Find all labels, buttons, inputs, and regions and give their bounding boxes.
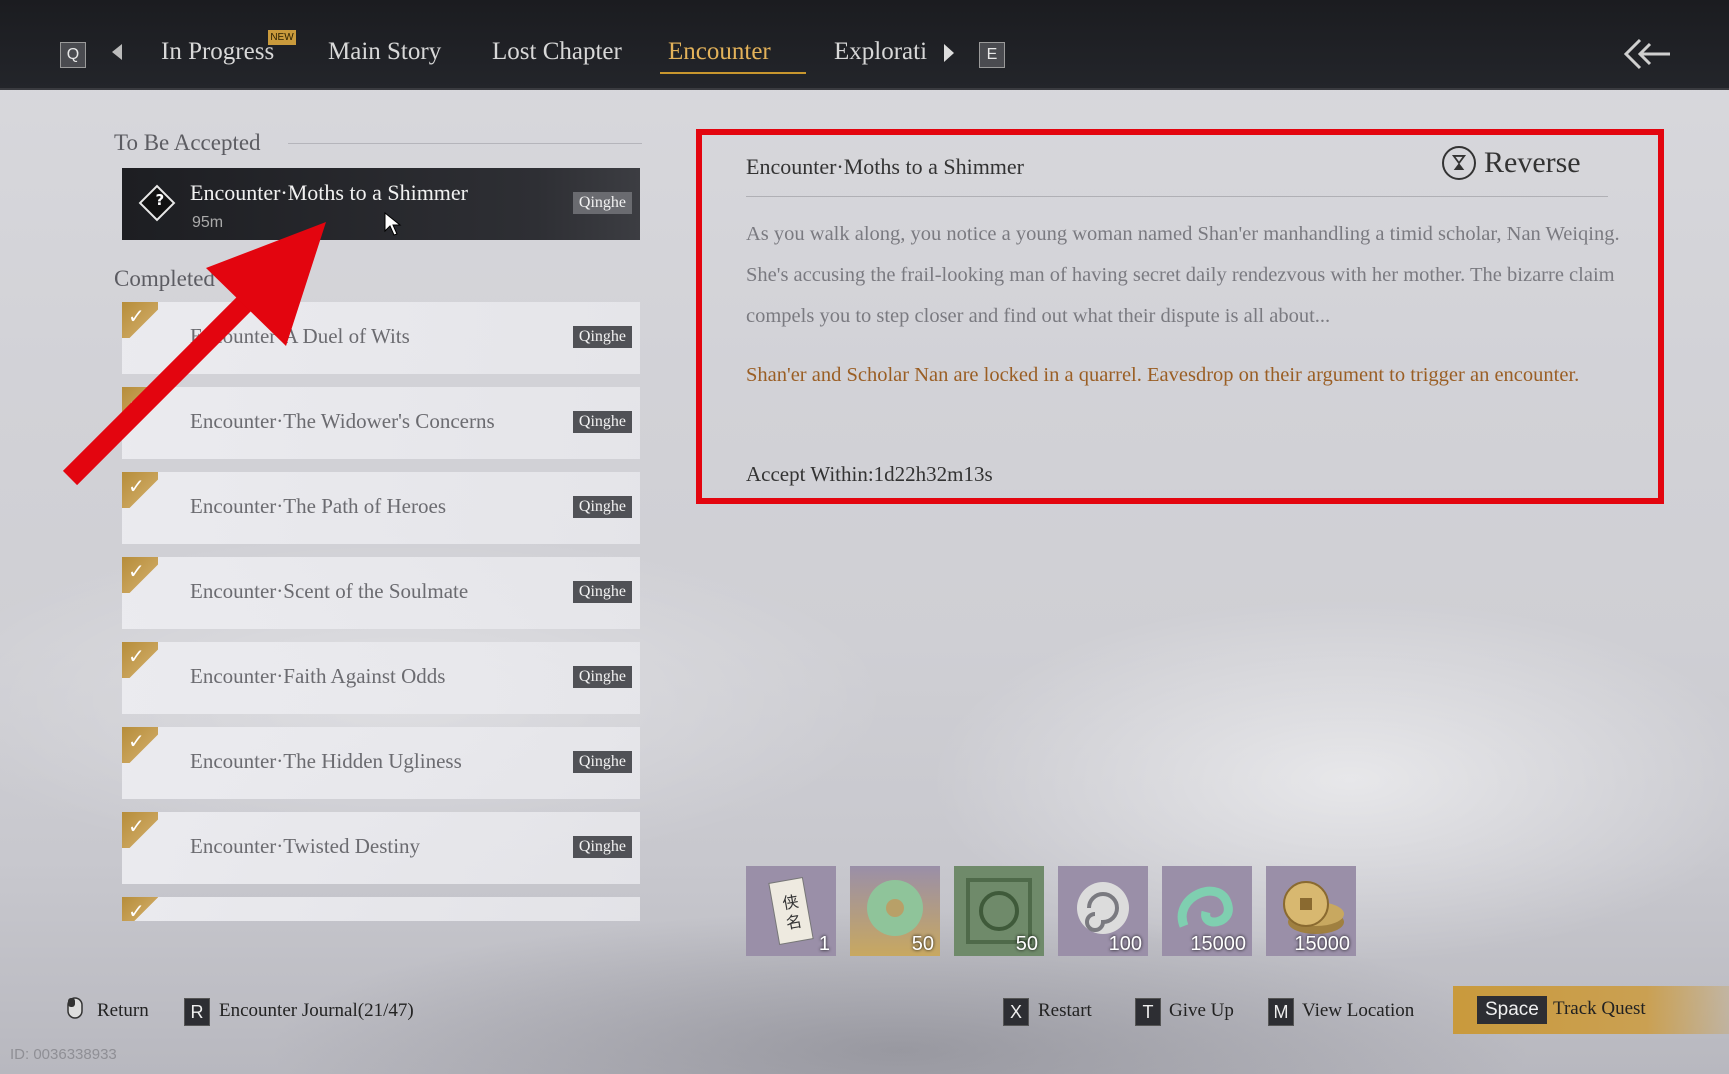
reward-count: 15000 — [1294, 933, 1350, 955]
view-location-key[interactable]: M — [1268, 998, 1294, 1026]
return-button[interactable]: Return — [97, 1000, 149, 1022]
reward-jade-disc[interactable]: 50 — [850, 866, 940, 956]
back-arrow-icon[interactable] — [1618, 36, 1672, 72]
player-id: ID: 0036338933 — [10, 1046, 117, 1063]
quest-row-partial[interactable]: ✓ — [122, 897, 640, 923]
track-quest-button[interactable]: Space Track Quest — [1453, 986, 1729, 1034]
completed-check-icon: ✓ — [122, 897, 158, 923]
completed-check-icon: ✓ — [122, 472, 158, 508]
prev-tab-key[interactable]: Q — [60, 42, 86, 68]
region-tag: Qinghe — [572, 666, 632, 688]
region-tag: Qinghe — [572, 836, 632, 858]
region-tag: Qinghe — [572, 411, 632, 433]
section-divider — [288, 143, 642, 144]
svg-text:侠: 侠 — [781, 892, 800, 913]
quest-row[interactable]: ✓ Encounter·Scent of the Soulmate Qinghe — [122, 557, 640, 629]
completed-check-icon: ✓ — [122, 812, 158, 848]
quest-title: Encounter·Moths to a Shimmer — [190, 180, 469, 205]
quest-title: Encounter·The Hidden Ugliness — [190, 749, 462, 773]
restart-button[interactable]: Restart — [1038, 1000, 1092, 1022]
region-tag: Qinghe — [572, 581, 632, 603]
tab-lost-chapter[interactable]: Lost Chapter — [492, 38, 622, 66]
reward-wind-swirl[interactable]: 15000 — [1162, 866, 1252, 956]
next-tab-key[interactable]: E — [979, 42, 1005, 68]
completed-check-icon: ✓ — [122, 727, 158, 763]
encounter-journal-button[interactable]: Encounter Journal(21/47) — [219, 1000, 414, 1022]
completed-check-icon: ✓ — [122, 557, 158, 593]
tab-exploration[interactable]: Explorati — [834, 38, 927, 66]
region-tag: Qinghe — [572, 496, 632, 518]
giveup-key[interactable]: T — [1135, 998, 1161, 1026]
quest-row[interactable]: ✓ Encounter·Faith Against Odds Qinghe — [122, 642, 640, 714]
quest-row-selected[interactable]: ? Encounter·Moths to a Shimmer 95m Qingh… — [122, 168, 640, 240]
quest-title: Encounter·A Duel of Wits — [190, 324, 410, 348]
region-tag: Qinghe — [572, 751, 632, 773]
quest-title: Encounter·Scent of the Soulmate — [190, 579, 469, 603]
mouse-icon — [67, 997, 83, 1019]
reward-swirl[interactable]: 100 — [1058, 866, 1148, 956]
quest-row[interactable]: ✓ Encounter·The Hidden Ugliness Qinghe — [122, 727, 640, 799]
quest-title: Encounter·The Path of Heroes — [190, 494, 446, 518]
completed-check-icon: ✓ — [122, 302, 158, 338]
tab-in-progress[interactable]: In Progress — [161, 38, 274, 66]
reward-scroll[interactable]: 侠 名 1 — [746, 866, 836, 956]
tab-main-story[interactable]: Main Story — [328, 38, 441, 66]
top-nav-bar: Q In Progress NEW Main Story Lost Chapte… — [0, 0, 1729, 90]
red-highlight-box — [696, 129, 1664, 504]
give-up-button[interactable]: Give Up — [1169, 1000, 1234, 1022]
quest-row[interactable]: ✓ Encounter·Twisted Destiny Qinghe — [122, 812, 640, 884]
active-tab-underline — [660, 72, 806, 74]
reward-coins[interactable]: 15000 — [1266, 866, 1356, 956]
svg-text:名: 名 — [784, 911, 803, 932]
quest-distance: 95m — [192, 214, 224, 231]
quest-row[interactable]: ✓ Encounter·The Widower's Concerns Qingh… — [122, 387, 640, 459]
completed-check-icon: ✓ — [122, 642, 158, 678]
quest-row[interactable]: ✓ Encounter·The Path of Heroes Qinghe — [122, 472, 640, 544]
quest-title: Encounter·Twisted Destiny — [190, 834, 421, 858]
reward-count: 1 — [818, 933, 830, 955]
region-tag: Qinghe — [572, 192, 632, 214]
quest-row[interactable]: ✓ Encounter·A Duel of Wits Qinghe — [122, 302, 640, 374]
journal-key[interactable]: R — [184, 998, 210, 1026]
reward-count: 15000 — [1190, 933, 1246, 955]
reward-count: 100 — [1108, 933, 1142, 955]
mouse-cursor-icon — [384, 212, 402, 236]
prev-tab-arrow-icon[interactable] — [112, 44, 122, 60]
reward-count: 50 — [911, 933, 934, 955]
reward-count: 50 — [1015, 933, 1038, 955]
quest-title: Encounter·The Widower's Concerns — [190, 409, 495, 433]
new-badge: NEW — [268, 30, 296, 45]
completed-heading: Completed — [114, 266, 215, 291]
quest-marker-icon: ? — [138, 184, 176, 222]
to-be-accepted-heading: To Be Accepted — [114, 130, 261, 155]
space-key: Space — [1477, 996, 1547, 1024]
restart-key[interactable]: X — [1003, 998, 1029, 1026]
next-tab-arrow-icon[interactable] — [944, 44, 954, 62]
quest-title: Encounter·Faith Against Odds — [190, 664, 446, 688]
region-tag: Qinghe — [572, 326, 632, 348]
view-location-button[interactable]: View Location — [1302, 1000, 1414, 1022]
track-quest-label: Track Quest — [1553, 998, 1646, 1019]
completed-check-icon: ✓ — [122, 387, 158, 423]
tab-encounter[interactable]: Encounter — [668, 38, 771, 66]
reward-jade-token[interactable]: 50 — [954, 866, 1044, 956]
